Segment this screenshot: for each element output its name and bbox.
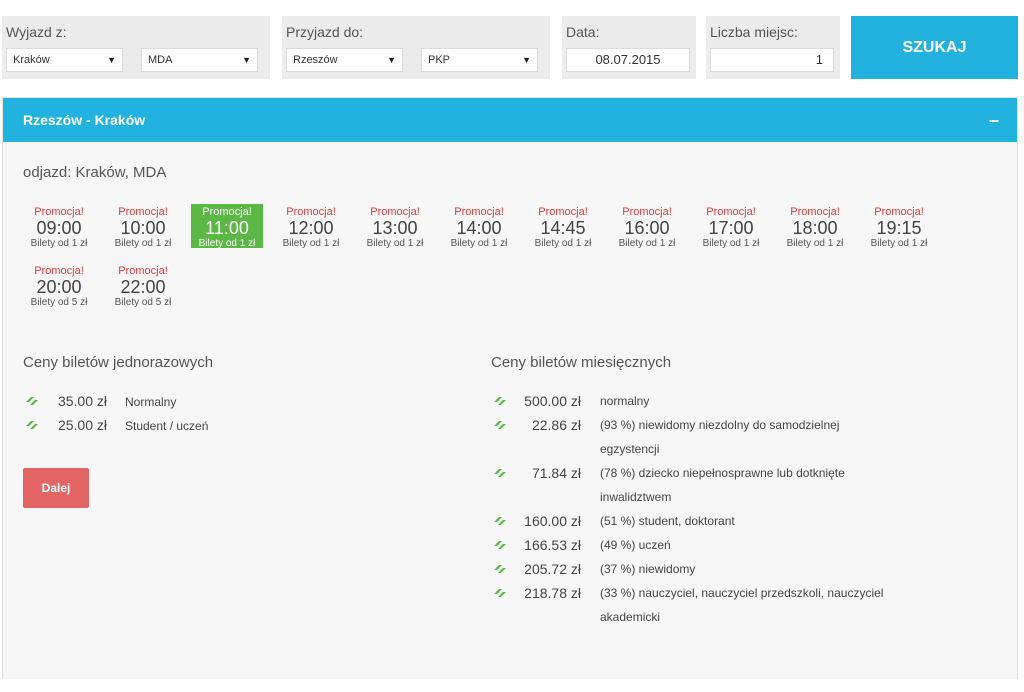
date-label: Data: — [566, 24, 600, 40]
price-from: Bilety od 1 zł — [534, 238, 592, 249]
to-label: Przyjazd do: — [286, 24, 364, 40]
departure-time: 09:00 — [36, 218, 82, 238]
monthly-tickets-title: Ceny biletów miesięcznych — [491, 354, 672, 371]
from-city-value: Kraków — [13, 54, 50, 66]
monthly-ticket-price: 218.78 zł — [524, 585, 581, 601]
from-box: Wyjazd z: Kraków ▼ MDA ▼ — [2, 16, 270, 79]
to-box: Przyjazd do: Rzeszów ▼ PKP ▼ — [282, 16, 550, 79]
monthly-ticket-type: (78 %) dziecko niepełnosprawne lub dotkn… — [600, 466, 845, 504]
departure-time-slot[interactable]: Promocja! 13:00 Bilety od 1 zł — [359, 204, 431, 249]
search-bar: Wyjazd z: Kraków ▼ MDA ▼ Przyjazd do: Rz… — [2, 16, 1018, 79]
next-button[interactable]: Dalej — [23, 468, 89, 508]
monthly-ticket-type: (49 %) uczeń — [600, 538, 671, 552]
single-ticket-type: Student / uczeń — [125, 419, 209, 433]
monthly-ticket-type: (37 %) niewidomy — [600, 562, 696, 576]
departure-time: 10:00 — [120, 218, 166, 238]
monthly-ticket-price: 160.00 zł — [524, 513, 581, 529]
chevron-down-icon: ▼ — [522, 55, 531, 65]
to-city-select[interactable]: Rzeszów ▼ — [286, 48, 403, 72]
departure-time: 14:00 — [456, 218, 502, 238]
chevron-down-icon: ▼ — [107, 55, 116, 65]
price-from: Bilety od 1 zł — [702, 238, 760, 249]
route-title: Rzeszów - Kraków — [23, 112, 146, 128]
chevron-down-icon: ▼ — [387, 55, 396, 65]
departure-time-slot[interactable]: Promocja! 11:00 Bilety od 1 zł — [191, 204, 263, 249]
ticket-icon — [493, 395, 509, 411]
from-station-select[interactable]: MDA ▼ — [141, 48, 258, 72]
departure-time: 17:00 — [708, 218, 754, 238]
ticket-icon — [493, 515, 509, 531]
ticket-icon — [25, 395, 41, 411]
departure-time-slot[interactable]: Promocja! 14:00 Bilety od 1 zł — [443, 204, 515, 249]
route-panel: Rzeszów - Kraków – odjazd: Kraków, MDA P… — [2, 97, 1018, 679]
departure-time: 11:00 — [205, 218, 249, 238]
seats-box: Liczba miejsc: 1 — [706, 16, 840, 79]
monthly-ticket-price: 22.86 zł — [531, 417, 581, 433]
monthly-ticket-type: (93 %) niewidomy niezdolny do samodzieln… — [600, 418, 840, 456]
monthly-ticket-price: 205.72 zł — [524, 561, 581, 577]
monthly-ticket-price: 71.84 zł — [531, 465, 581, 481]
to-station-value: PKP — [428, 54, 451, 66]
price-from: Bilety od 5 zł — [114, 297, 172, 308]
ticket-icon — [493, 587, 509, 603]
price-from: Bilety od 1 zł — [618, 238, 676, 249]
single-tickets-title: Ceny biletów jednorazowych — [23, 354, 214, 371]
departure-time-slot[interactable]: Promocja! 22:00 Bilety od 5 zł — [107, 263, 179, 308]
price-from: Bilety od 5 zł — [30, 297, 88, 308]
date-input[interactable]: 08.07.2015 — [566, 48, 690, 72]
departure-time-slot[interactable]: Promocja! 09:00 Bilety od 1 zł — [23, 204, 95, 249]
departure-time: 22:00 — [120, 277, 166, 297]
departure-time: 18:00 — [792, 218, 838, 238]
monthly-ticket-type: normalny — [600, 394, 650, 408]
price-from: Bilety od 1 zł — [198, 238, 256, 249]
collapse-icon[interactable]: – — [989, 98, 999, 142]
departure-time-slot[interactable]: Promocja! 14:45 Bilety od 1 zł — [527, 204, 599, 249]
ticket-icon — [493, 467, 509, 483]
departure-info: odjazd: Kraków, MDA — [23, 164, 167, 181]
from-station-value: MDA — [148, 54, 173, 66]
single-ticket-price: 35.00 zł — [57, 393, 107, 409]
search-button[interactable]: SZUKAJ — [851, 16, 1018, 79]
price-from: Bilety od 1 zł — [114, 238, 172, 249]
departure-time: 13:00 — [372, 218, 418, 238]
from-city-select[interactable]: Kraków ▼ — [6, 48, 123, 72]
departure-time: 20:00 — [36, 277, 82, 297]
departure-time-slot[interactable]: Promocja! 17:00 Bilety od 1 zł — [695, 204, 767, 249]
departure-time: 16:00 — [624, 218, 670, 238]
price-from: Bilety od 1 zł — [786, 238, 844, 249]
departure-time-slot[interactable]: Promocja! 18:00 Bilety od 1 zł — [779, 204, 851, 249]
departure-time: 19:15 — [876, 218, 922, 238]
monthly-ticket-type: (51 %) student, doktorant — [600, 514, 735, 528]
ticket-icon — [493, 419, 509, 435]
departure-time-slot[interactable]: Promocja! 20:00 Bilety od 5 zł — [23, 263, 95, 308]
departure-time: 14:45 — [540, 218, 586, 238]
departure-time-slot[interactable]: Promocja! 12:00 Bilety od 1 zł — [275, 204, 347, 249]
route-panel-header[interactable]: Rzeszów - Kraków – — [3, 98, 1017, 142]
single-ticket-type: Normalny — [125, 395, 177, 409]
ticket-icon — [493, 563, 509, 579]
price-from: Bilety od 1 zł — [282, 238, 340, 249]
to-station-select[interactable]: PKP ▼ — [421, 48, 538, 72]
ticket-icon — [493, 539, 509, 555]
route-panel-body: odjazd: Kraków, MDA Promocja! 09:00 Bilety… — [3, 142, 1017, 679]
chevron-down-icon: ▼ — [242, 55, 251, 65]
monthly-ticket-price: 166.53 zł — [524, 537, 581, 553]
monthly-ticket-type: (33 %) nauczyciel, nauczyciel przedszkol… — [600, 586, 884, 624]
departure-time: 12:00 — [288, 218, 334, 238]
seats-input[interactable]: 1 — [710, 48, 834, 72]
monthly-ticket-price: 500.00 zł — [524, 393, 581, 409]
departure-time-slot[interactable]: Promocja! 10:00 Bilety od 1 zł — [107, 204, 179, 249]
seats-label: Liczba miejsc: — [710, 24, 798, 40]
price-from: Bilety od 1 zł — [366, 238, 424, 249]
price-from: Bilety od 1 zł — [870, 238, 928, 249]
price-from: Bilety od 1 zł — [30, 238, 88, 249]
departure-time-slot[interactable]: Promocja! 19:15 Bilety od 1 zł — [863, 204, 935, 249]
departure-time-slot[interactable]: Promocja! 16:00 Bilety od 1 zł — [611, 204, 683, 249]
ticket-icon — [25, 419, 41, 435]
price-from: Bilety od 1 zł — [450, 238, 508, 249]
single-ticket-price: 25.00 zł — [57, 417, 107, 433]
from-label: Wyjazd z: — [6, 24, 67, 40]
to-city-value: Rzeszów — [293, 54, 338, 66]
date-box: Data: 08.07.2015 — [562, 16, 696, 79]
